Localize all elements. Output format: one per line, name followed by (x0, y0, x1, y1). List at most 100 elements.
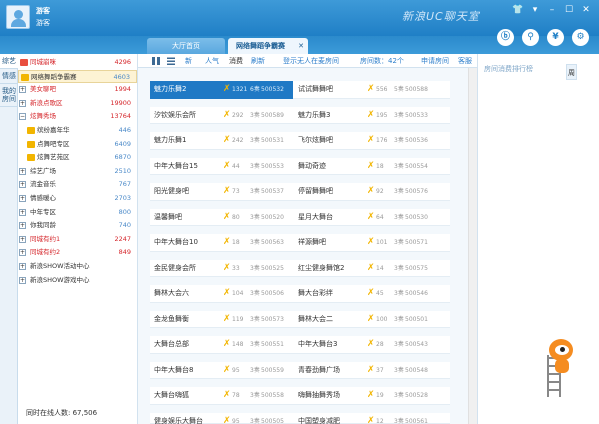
room-card[interactable]: 嗨舞抽舞秀场 ✗ 19 3奏 500528 (294, 387, 437, 405)
room-card-selected[interactable]: 魅力乐舞2 ✗ 1321 6奏 500532 (150, 81, 293, 99)
expand-icon[interactable]: + (19, 99, 26, 107)
room-level: 3奏 (250, 239, 260, 246)
tree-item-count: 4296 (114, 58, 131, 66)
apply-room-link[interactable]: 申请房间 (421, 56, 449, 66)
room-card[interactable]: 舞林大会二 ✗ 100 3奏 500501 (294, 311, 437, 329)
room-card[interactable]: 健身娱乐大舞台 ✗ 95 3奏 500505 (150, 413, 293, 424)
room-card[interactable]: 试试舞舞吧 ✗ 556 5奏 500588 (294, 81, 437, 99)
expand-icon[interactable]: + (19, 235, 26, 243)
tree-item-count: 849 (118, 248, 131, 257)
room-card[interactable]: 魅力乐舞3 ✗ 195 3奏 500533 (294, 107, 437, 125)
vtab-variety[interactable]: 综艺 (0, 54, 18, 69)
tree-item[interactable]: + 同城有约1 2247 (18, 233, 137, 247)
room-card[interactable]: 停留舞舞吧 ✗ 92 3奏 500576 (294, 183, 437, 201)
room-card[interactable]: 金民健身会所 ✗ 33 3奏 500525 (150, 260, 293, 278)
sina-show-icon[interactable]: ⓑ (497, 29, 514, 46)
tree-subitem[interactable]: 点舞吧专区 6409 (18, 138, 137, 152)
room-card[interactable]: 阳光健身吧 ✗ 73 3奏 500537 (150, 183, 293, 201)
tree-item-count: 2703 (114, 193, 131, 202)
expand-icon[interactable]: + (19, 222, 26, 230)
tree-item[interactable]: + 新浪SHOW游戏中心 (18, 274, 137, 288)
tree-item[interactable]: + 你我同龄 740 (18, 219, 137, 233)
room-card[interactable]: 中国塑身减肥 ✗ 12 3奏 500561 (294, 413, 437, 424)
vtab-emotion[interactable]: 情感 (0, 69, 18, 84)
room-card[interactable]: 青春劲舞广场 ✗ 37 3奏 500548 (294, 362, 437, 380)
tree-item[interactable]: − 炫舞秀场 13764 (18, 110, 137, 124)
empty-mic-room-link[interactable]: 登示无人在麦房间 (283, 56, 339, 66)
room-list-scrollbar[interactable] (468, 68, 477, 424)
refresh-link[interactable]: 刷新 (251, 56, 265, 66)
expand-icon[interactable]: + (19, 276, 26, 284)
room-card[interactable]: 魅力乐舞1 ✗ 242 3奏 500531 (150, 132, 293, 150)
room-name: 健身娱乐大舞台 (154, 416, 203, 424)
collapse-icon[interactable]: − (19, 113, 26, 121)
menu-icon[interactable]: ▾ (528, 4, 542, 16)
tree-subitem[interactable]: 缤纷嘉年华 446 (18, 124, 137, 138)
room-card[interactable]: 大舞台总部 ✗ 148 3奏 500551 (150, 336, 293, 354)
tree-item[interactable]: + 流金音乐 767 (18, 178, 137, 192)
expand-icon[interactable]: + (19, 208, 26, 216)
room-card[interactable]: 中年大舞台15 ✗ 44 3奏 500553 (150, 158, 293, 176)
ranking-week-tab[interactable]: 周 (566, 64, 577, 80)
expand-icon[interactable]: + (19, 86, 26, 94)
sort-new[interactable]: 新 (185, 56, 192, 66)
vtab-my-rooms[interactable]: 我的房间 (0, 84, 18, 107)
room-card[interactable]: 舞动奇迹 ✗ 18 3奏 500554 (294, 158, 437, 176)
room-card[interactable]: 飞尔炫舞吧 ✗ 176 3奏 500536 (294, 132, 437, 150)
grid-view-icon[interactable] (152, 57, 160, 65)
room-card[interactable]: 红尘健身舞馆2 ✗ 14 3奏 500575 (294, 260, 437, 278)
tree-item[interactable]: + 中年专区 800 (18, 206, 137, 220)
dancer-icon: ✗ (223, 160, 231, 171)
room-card[interactable]: 中年大舞台8 ✗ 95 3奏 500559 (150, 362, 293, 380)
room-id: 500505 (261, 417, 284, 424)
search-icon[interactable]: ⚲ (522, 29, 539, 46)
room-card[interactable]: 祥源舞吧 ✗ 101 3奏 500571 (294, 234, 437, 252)
room-card[interactable]: 大舞台嗨狐 ✗ 78 3奏 500558 (150, 387, 293, 405)
room-card[interactable]: 舞大台彩绊 ✗ 45 3奏 500546 (294, 285, 437, 303)
tree-item[interactable]: 同城崩咪 4296 (18, 56, 137, 70)
maximize-icon[interactable]: ☐ (562, 4, 576, 16)
room-card[interactable]: 金龙鱼舞衡 ✗ 119 3奏 500573 (150, 311, 293, 329)
tab-lobby[interactable]: 大厅首页 (147, 38, 225, 54)
room-card[interactable]: 汐钦娱乐会所 ✗ 292 3奏 500589 (150, 107, 293, 125)
tree-item[interactable]: + 同城有约2 849 (18, 246, 137, 260)
settings-icon[interactable]: ⚙ (572, 29, 589, 46)
close-icon[interactable]: ✕ (579, 4, 593, 16)
expand-icon[interactable]: + (19, 181, 26, 189)
room-online-count: 18 (232, 239, 240, 246)
room-icon (27, 126, 35, 134)
expand-icon[interactable]: + (19, 194, 26, 202)
room-card[interactable]: 温馨舞吧 ✗ 80 3奏 500520 (150, 209, 293, 227)
tree-item-count: 13764 (110, 112, 131, 121)
sort-hot[interactable]: 人气 (205, 56, 219, 66)
room-online-count: 73 (232, 188, 240, 195)
tree-item[interactable]: + 新浪点歌区 19900 (18, 97, 137, 111)
tab-close-icon[interactable]: ✕ (298, 38, 304, 54)
skin-icon[interactable]: 👕 (511, 4, 525, 16)
wallet-icon[interactable]: ¥ (547, 29, 564, 46)
room-online-count: 100 (376, 315, 388, 323)
room-card[interactable]: 星月大舞台 ✗ 64 3奏 500530 (294, 209, 437, 227)
tree-item[interactable]: + 新浪SHOW活动中心 (18, 260, 137, 274)
app-window: 游客 游客 新浪UC聊天室 👕 ▾ – ☐ ✕ 大厅首页 网络舞蹈争霸赛 ✕ ⓑ… (0, 0, 599, 424)
tab-dance-contest[interactable]: 网络舞蹈争霸赛 ✕ (228, 38, 308, 54)
room-card[interactable]: 中年大舞台3 ✗ 28 3奏 500543 (294, 336, 437, 354)
tree-item-selected[interactable]: 网络舞蹈争霸赛 4603 (18, 69, 137, 84)
dancer-icon: ✗ (223, 288, 231, 298)
room-card[interactable]: 舞林大会六 ✗ 104 3奏 500506 (150, 285, 293, 303)
avatar[interactable] (6, 5, 30, 29)
tree-item[interactable]: + 情感暖心 2703 (18, 192, 137, 206)
list-view-icon[interactable] (167, 57, 175, 65)
expand-icon[interactable]: + (19, 167, 26, 175)
tree-subitem[interactable]: 炫舞艺苑区 6870 (18, 151, 137, 165)
minimize-icon[interactable]: – (545, 4, 559, 16)
tree-item[interactable]: + 美女聊吧 1994 (18, 83, 137, 97)
room-id: 500528 (405, 392, 428, 399)
tree-item[interactable]: + 综艺广场 2510 (18, 165, 137, 179)
sort-consume[interactable]: 消费 (229, 56, 243, 66)
room-online-count: 64 (376, 213, 384, 221)
expand-icon[interactable]: + (19, 262, 26, 270)
expand-icon[interactable]: + (19, 249, 26, 257)
service-link[interactable]: 客服 (458, 56, 472, 66)
room-card[interactable]: 中年大舞台10 ✗ 18 3奏 500563 (150, 234, 293, 252)
